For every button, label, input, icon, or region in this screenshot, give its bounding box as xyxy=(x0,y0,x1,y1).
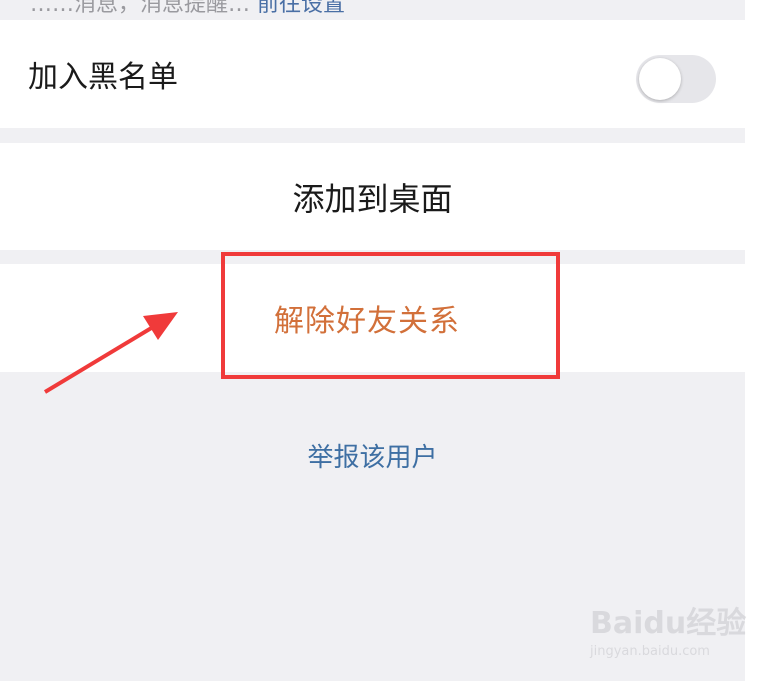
report-user-link[interactable]: 举报该用户 xyxy=(0,437,745,474)
annotation-arrow-icon xyxy=(43,312,178,394)
baidu-jingyan-watermark: Baidu经验 jingyan.baidu.com xyxy=(590,598,746,659)
watermark-brand: Baidu经验 xyxy=(590,606,747,641)
watermark-domain: jingyan.baidu.com xyxy=(590,644,710,659)
